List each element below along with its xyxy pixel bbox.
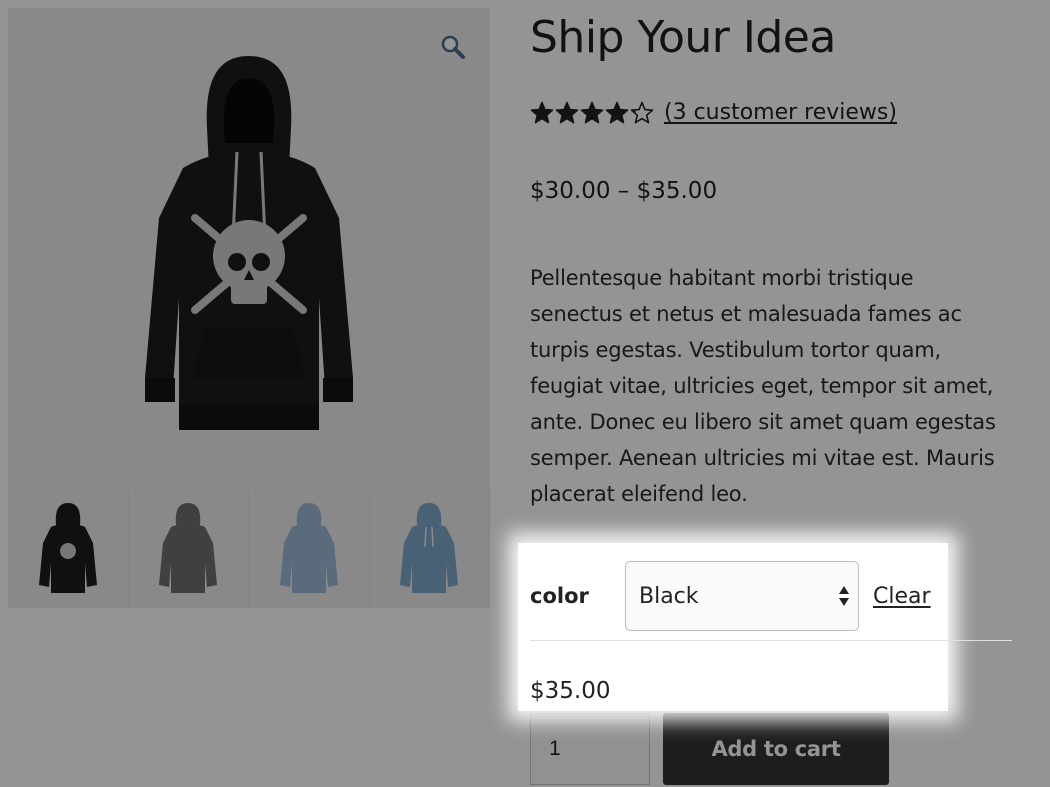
thumbnail-blue[interactable] (369, 490, 490, 608)
hoodie-thumb-icon (400, 503, 459, 593)
main-product-image[interactable] (8, 8, 490, 490)
color-select-value: Black (639, 583, 699, 609)
product-title: Ship Your Idea (530, 12, 836, 63)
hoodie-image (145, 56, 353, 430)
variation-price: $35.00 (530, 678, 611, 704)
hoodie-thumb-icon (38, 503, 97, 593)
star-icon (580, 101, 604, 123)
star-icon (605, 101, 629, 123)
divider (530, 640, 1012, 641)
star-rating (530, 101, 654, 125)
thumbnail-strip (8, 490, 490, 608)
star-icon (530, 101, 554, 123)
thumbnail-gray[interactable] (128, 490, 249, 608)
thumbnail-black[interactable] (8, 490, 129, 608)
variation-label: color (530, 584, 589, 608)
star-icon (630, 101, 654, 123)
highlight-spotlight: color Black Clear $35.00 (518, 543, 1012, 711)
add-to-cart-button[interactable]: Add to cart (663, 713, 889, 785)
quantity-input[interactable]: 1 (530, 713, 650, 785)
hoodie-thumb-icon (159, 503, 218, 593)
thumbnail-light-blue[interactable] (249, 490, 370, 608)
hoodie-thumb-icon (279, 503, 338, 593)
product-gallery (8, 8, 490, 608)
color-select[interactable]: Black (625, 561, 859, 631)
star-icon (555, 101, 579, 123)
variation-row-highlighted: color Black Clear (530, 560, 1012, 632)
reviews-link[interactable]: (3 customer reviews) (664, 100, 897, 125)
clear-link[interactable]: Clear (873, 584, 931, 609)
rating-row: (3 customer reviews) (530, 100, 897, 125)
select-arrows-icon (839, 586, 849, 606)
product-description: Pellentesque habitant morbi tristique se… (530, 266, 996, 506)
price-range: $30.00 – $35.00 (530, 178, 718, 204)
magnifier-icon[interactable] (440, 34, 466, 60)
